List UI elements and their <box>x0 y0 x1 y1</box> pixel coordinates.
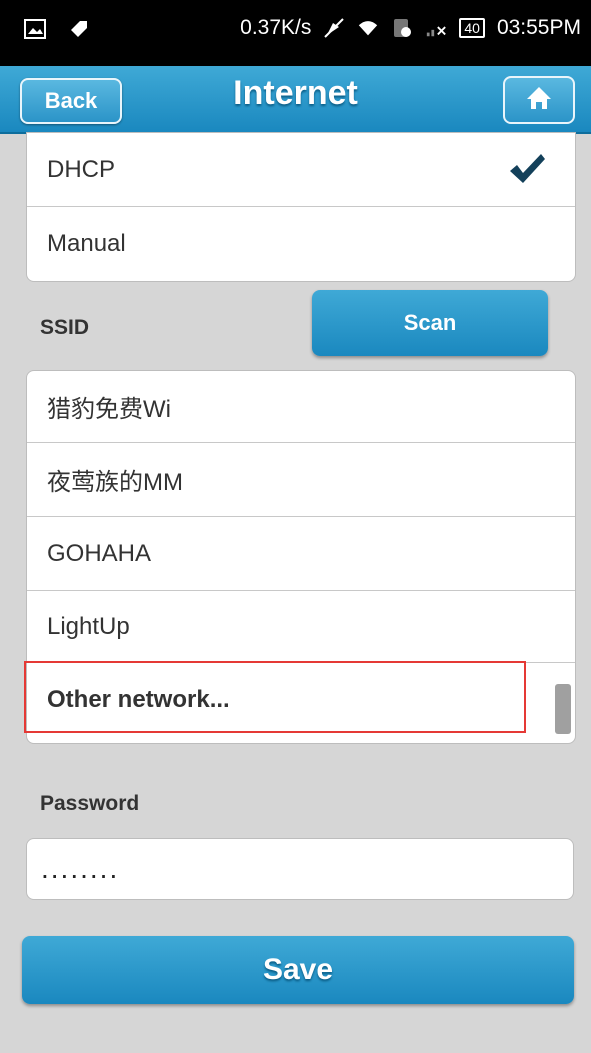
list-scrollbar[interactable] <box>555 684 571 734</box>
selection-highlight <box>24 661 526 733</box>
image-notification-icon <box>24 18 46 40</box>
ip-mode-list: DHCP Manual <box>26 132 576 282</box>
password-label: Password <box>40 792 140 815</box>
network-speed: 0.37K/s <box>240 16 312 39</box>
save-button[interactable]: Save <box>22 936 574 1004</box>
battery-level: 40 <box>459 18 485 38</box>
title-bar: Back Internet <box>0 66 591 134</box>
manual-option[interactable]: Manual <box>27 207 575 281</box>
home-button[interactable] <box>503 76 575 124</box>
network-item[interactable]: 夜莺族的MM <box>27 443 575 517</box>
network-item[interactable]: LightUp <box>27 591 575 663</box>
network-item[interactable]: GOHAHA <box>27 517 575 591</box>
tool-notification-icon <box>68 18 90 40</box>
dhcp-option[interactable]: DHCP <box>27 133 575 207</box>
signal-icon <box>425 17 447 39</box>
dhcp-label: DHCP <box>47 155 116 183</box>
home-icon <box>525 85 553 116</box>
ssid-label: SSID <box>40 316 90 339</box>
battery-icon: 40 <box>459 18 485 38</box>
status-bar: 0.37K/s 40 03:55PM <box>0 0 591 66</box>
checkmark-icon <box>507 151 547 194</box>
mute-icon <box>323 17 345 39</box>
password-field[interactable]: ........ <box>26 838 574 900</box>
clock: 03:55PM <box>496 16 581 39</box>
manual-label: Manual <box>47 230 126 257</box>
network-item[interactable]: 猎豹免费Wi <box>27 371 575 443</box>
scan-button[interactable]: Scan <box>312 290 548 356</box>
wifi-icon <box>357 17 379 39</box>
sim-card-icon <box>391 17 413 39</box>
